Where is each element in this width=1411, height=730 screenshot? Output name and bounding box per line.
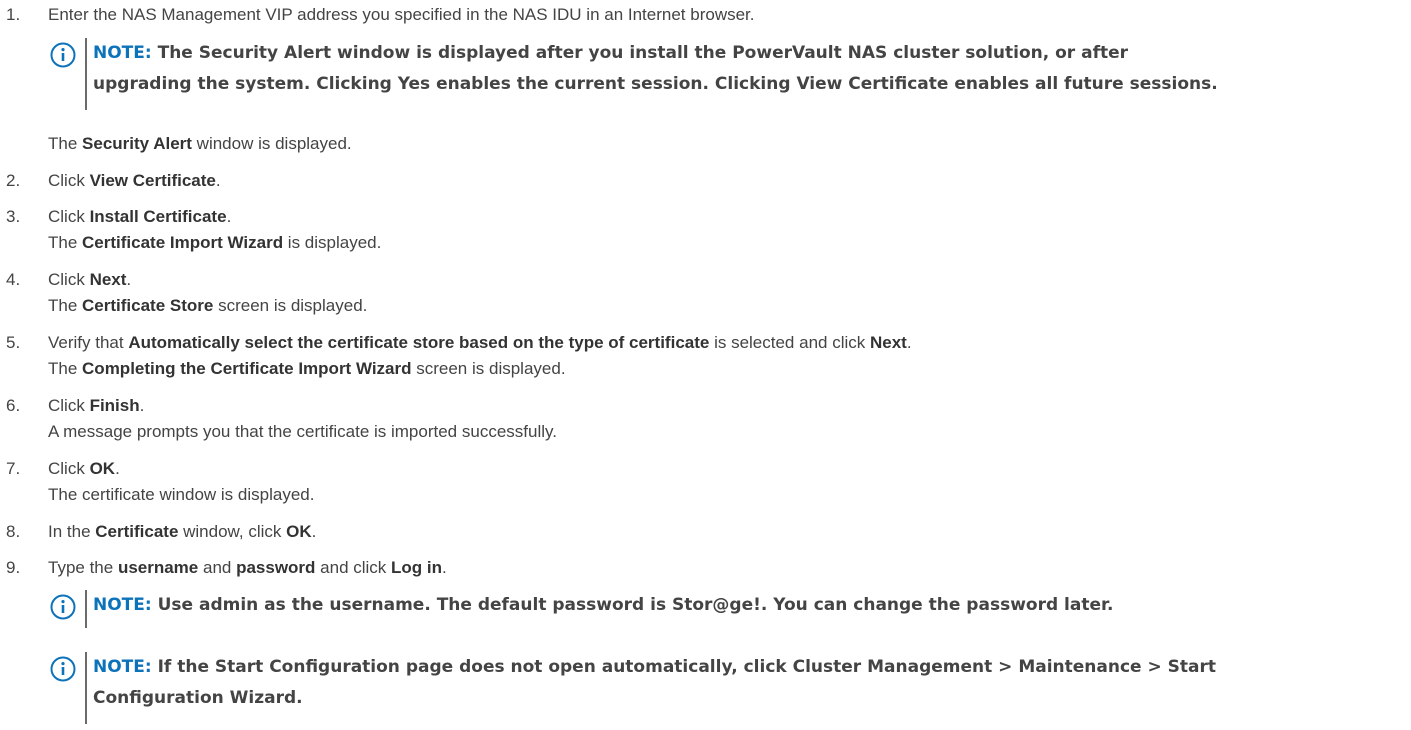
note-line: upgrading the system. Clicking Yes enabl… <box>93 69 1218 100</box>
note-line: NOTE: Use admin as the username. The def… <box>93 590 1113 621</box>
ui-term: Log in <box>391 558 443 577</box>
step-text: Click OK. <box>48 458 120 480</box>
text-run: Click <box>48 270 90 289</box>
ui-term: View Certificate <box>89 171 216 190</box>
ui-term: password <box>236 558 316 577</box>
text-run: Click <box>48 207 90 226</box>
ui-term: Install Certificate <box>89 207 227 226</box>
ui-term: Certificate Import Wizard <box>82 233 284 252</box>
note-text: NOTE: Use admin as the username. The def… <box>93 590 1113 621</box>
note-divider <box>85 590 87 628</box>
text-run: . <box>311 522 317 541</box>
note-label: NOTE: <box>93 43 152 63</box>
note-content: upgrading the system. Clicking Yes enabl… <box>93 74 1218 94</box>
text-run: A message prompts you that the certifica… <box>48 422 557 441</box>
text-run: . <box>139 396 145 415</box>
step-text: A message prompts you that the certifica… <box>48 421 557 443</box>
text-run: The <box>48 296 83 315</box>
text-run: is displayed. <box>283 233 382 252</box>
text-run: Click <box>48 459 90 478</box>
ui-term: OK <box>89 459 116 478</box>
text-run: Enter the NAS Management VIP address you… <box>48 5 755 24</box>
note-label: NOTE: <box>93 595 152 615</box>
text-run: The <box>48 359 83 378</box>
note-content: If the Start Configuration page does not… <box>151 657 1217 677</box>
step-number: 8. <box>6 522 21 541</box>
step-text: Type the username and password and click… <box>48 557 447 579</box>
text-run: The <box>48 233 83 252</box>
text-run: Click <box>48 396 90 415</box>
step-number: 2. <box>6 171 21 190</box>
step-number: 1. <box>6 5 21 24</box>
ui-term: Finish <box>89 396 140 415</box>
step-text: The Completing the Certificate Import Wi… <box>48 358 566 380</box>
step-text: In the Certificate window, click OK. <box>48 521 316 543</box>
ui-term: username <box>117 558 199 577</box>
text-run: Type the <box>48 558 118 577</box>
ui-term: Next <box>89 270 127 289</box>
text-run: screen is displayed. <box>411 359 566 378</box>
info-icon <box>50 594 76 620</box>
info-icon <box>50 656 76 682</box>
ui-term: Certificate <box>95 522 179 541</box>
ui-term: Certificate Store <box>82 296 214 315</box>
document-page: 1. Enter the NAS Management VIP address y… <box>0 0 1411 730</box>
text-run: is selected and click <box>709 333 870 352</box>
step-number: 4. <box>6 270 21 289</box>
ui-term: Security Alert <box>82 134 192 153</box>
step-number: 6. <box>6 396 21 415</box>
note-content: Configuration Wizard. <box>93 688 303 708</box>
info-icon <box>50 42 76 68</box>
step-number: 5. <box>6 333 21 352</box>
step-text: The Certificate Import Wizard is display… <box>48 232 381 254</box>
ui-term: OK <box>286 522 312 541</box>
text-run: . <box>115 459 120 478</box>
step-text: Enter the NAS Management VIP address you… <box>48 4 755 26</box>
step-text: Click Install Certificate. <box>48 206 231 228</box>
text-run: In the <box>48 522 96 541</box>
note-line: Configuration Wizard. <box>93 683 1216 714</box>
text-run: and <box>198 558 237 577</box>
text-run: and click <box>315 558 392 577</box>
note-text: NOTE: The Security Alert window is displ… <box>93 38 1218 100</box>
note-divider <box>85 652 87 724</box>
text-run: Click <box>48 171 90 190</box>
step-text: The Certificate Store screen is displaye… <box>48 295 367 317</box>
text-run: The <box>48 134 83 153</box>
note-divider <box>85 38 87 110</box>
note-line: NOTE: The Security Alert window is displ… <box>93 38 1218 69</box>
text-run: screen is displayed. <box>213 296 368 315</box>
text-run: The certificate window is displayed. <box>48 485 315 504</box>
note-text: NOTE: If the Start Configuration page do… <box>93 652 1216 714</box>
note-content: Use admin as the username. The default p… <box>151 595 1114 615</box>
step-text: Click View Certificate. <box>48 170 221 192</box>
step-text: The Security Alert window is displayed. <box>48 133 352 155</box>
text-run: . <box>215 171 221 190</box>
ui-term: Completing the Certificate Import Wizard <box>82 359 412 378</box>
text-run: . <box>442 558 447 577</box>
note-content: The Security Alert window is displayed a… <box>151 43 1129 63</box>
ui-term: Next <box>869 333 907 352</box>
step-text: Verify that Automatically select the cer… <box>48 332 912 354</box>
step-number: 9. <box>6 558 21 577</box>
step-text: The certificate window is displayed. <box>48 484 314 506</box>
text-run: . <box>906 333 912 352</box>
step-text: Click Next. <box>48 269 131 291</box>
ui-term: Automatically select the certificate sto… <box>128 333 710 352</box>
text-run: window is displayed. <box>191 134 352 153</box>
text-run: . <box>226 207 232 226</box>
text-run: Verify that <box>48 333 129 352</box>
note-label: NOTE: <box>93 657 152 677</box>
step-number: 7. <box>6 459 21 478</box>
note-line: NOTE: If the Start Configuration page do… <box>93 652 1216 683</box>
step-text: Click Finish. <box>48 395 144 417</box>
step-number: 3. <box>6 207 21 226</box>
text-run: . <box>126 270 132 289</box>
text-run: window, click <box>178 522 287 541</box>
